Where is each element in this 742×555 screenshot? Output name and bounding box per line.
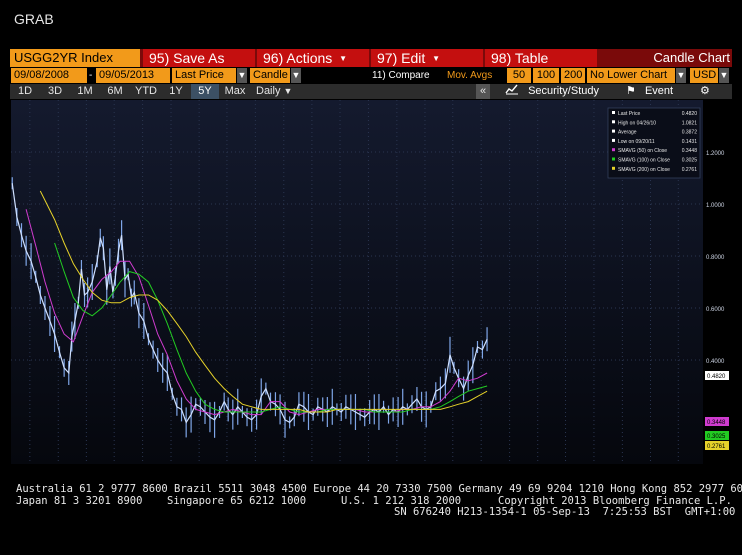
lower-chart-dropdown-icon[interactable]: ▼ (676, 68, 686, 83)
price-badge-label: 0.3025 (707, 434, 726, 440)
legend-swatch (612, 166, 615, 170)
actions-caret-icon: ▼ (339, 54, 348, 64)
footer-singapore: Singapore 65 6212 1000 (167, 495, 307, 507)
edit-button[interactable]: 97) Edit ▼ (371, 49, 483, 67)
legend-value: 0.3448 (682, 148, 698, 154)
legend-swatch (612, 120, 615, 124)
save-as-label: Save As (173, 50, 225, 66)
price-field-select[interactable]: Last Price (172, 68, 236, 83)
legend-swatch (612, 129, 615, 133)
start-date-field[interactable]: 09/08/2008 (11, 68, 87, 83)
y-tick-label: 0.4000 (706, 359, 725, 365)
actions-button[interactable]: 96) Actions ▼ (257, 49, 369, 67)
y-tick-label: 1.0000 (706, 203, 725, 209)
period-max[interactable]: Max (221, 84, 249, 99)
price-field-dropdown-icon[interactable]: ▼ (237, 68, 247, 83)
period-1d[interactable]: 1D (11, 84, 39, 99)
currency-select[interactable]: USD (690, 68, 718, 83)
lower-chart-select[interactable]: No Lower Chart (587, 68, 675, 83)
mov-avg-200-field[interactable]: 200 (561, 68, 585, 83)
compare-button[interactable]: 11) Compare (372, 68, 430, 83)
y-tick-label: 0.6000 (706, 307, 725, 313)
legend-value: 1.0821 (682, 120, 698, 126)
legend-label: SMAVG (200) on Close (618, 167, 670, 173)
legend-swatch (612, 148, 615, 152)
legend-label: High on 04/26/10 (618, 120, 656, 126)
price-chart[interactable]: 1.20001.00000.80000.60000.4000JunSepDecM… (11, 100, 731, 464)
security-study-label: Security/Study (528, 85, 599, 97)
frequency-dropdown-icon: ▼ (283, 86, 293, 96)
table-button[interactable]: 98) Table (485, 49, 597, 67)
footer-japan: Japan 81 3 3201 8900 (16, 495, 143, 507)
end-date-field[interactable]: 09/05/2013 (96, 68, 170, 83)
legend-value: 0.3025 (682, 158, 698, 164)
save-as-button[interactable]: 95) Save As (143, 49, 255, 67)
y-tick-label: 1.2000 (706, 151, 725, 157)
legend-label: SMAVG (50) on Close (618, 148, 667, 154)
style-select[interactable]: Candle (250, 68, 290, 83)
price-badge-label: 0.3448 (707, 420, 726, 426)
legend-label: Last Price (618, 111, 640, 117)
mov-avg-100-field[interactable]: 100 (533, 68, 559, 83)
event-button[interactable]: ⚑ Event (626, 84, 673, 99)
edit-number: 97) (377, 50, 398, 66)
frequency-label: Daily (256, 85, 281, 97)
legend-value: 0.4820 (682, 111, 698, 117)
collapse-icon[interactable]: « (476, 84, 490, 99)
edit-label: Edit (401, 50, 426, 66)
event-label: Event (644, 85, 674, 97)
footer-copyright: Copyright 2013 Bloomberg Finance L.P. (498, 495, 732, 507)
legend-value: 0.3872 (682, 130, 698, 136)
period-6m[interactable]: 6M (101, 84, 129, 99)
frequency-select[interactable]: Daily ▼ (252, 84, 306, 99)
chart-type-title: Candle Chart (653, 50, 730, 65)
flag-icon: ⚑ (626, 85, 636, 97)
currency-dropdown-icon[interactable]: ▼ (719, 68, 729, 83)
edit-caret-icon: ▼ (432, 54, 441, 64)
legend-swatch (612, 138, 615, 142)
date-separator: - (89, 70, 93, 81)
security-study-button[interactable]: Security/Study (505, 84, 599, 99)
actions-label: Actions (286, 50, 333, 66)
line-chart-icon (505, 84, 518, 95)
save-as-number: 95) (149, 50, 170, 66)
legend-swatch (612, 157, 615, 161)
window-titlebar: GRAB (0, 0, 742, 48)
legend-value: 0.1431 (682, 139, 698, 145)
actions-number: 96) (263, 50, 284, 66)
price-badge-label: 0.2761 (707, 444, 726, 450)
mov-avgs-label: Mov. Avgs (447, 70, 493, 81)
window-title: GRAB (14, 11, 54, 27)
footer-session: SN 676240 H213-1354-1 05-Sep-13 7:25:53 … (394, 506, 736, 518)
style-dropdown-icon[interactable]: ▼ (291, 68, 301, 83)
legend-value: 0.2761 (682, 167, 698, 173)
period-3d[interactable]: 3D (41, 84, 69, 99)
period-1m[interactable]: 1M (71, 84, 99, 99)
table-label: Table (514, 50, 549, 66)
gear-icon[interactable]: ⚙ (700, 84, 710, 99)
legend-swatch (612, 111, 615, 114)
period-1y[interactable]: 1Y (163, 84, 189, 99)
legend-label: SMAVG (100) on Close (618, 158, 670, 164)
price-badge-label: 0.4820 (707, 374, 726, 380)
footer-us: U.S. 1 212 318 2000 (341, 495, 462, 507)
mov-avg-50-field[interactable]: 50 (507, 68, 531, 83)
legend-label: Average (618, 130, 637, 136)
table-number: 98) (491, 50, 512, 66)
footer: Australia 61 2 9777 8600 Brazil 5511 304… (16, 484, 742, 554)
ticker-field[interactable]: USGG2YR Index (10, 49, 140, 67)
period-ytd[interactable]: YTD (131, 84, 161, 99)
y-tick-label: 0.8000 (706, 255, 725, 261)
footer-line-1: Australia 61 2 9777 8600 Brazil 5511 304… (16, 483, 742, 495)
period-5y[interactable]: 5Y (191, 84, 219, 99)
legend-label: Low on 09/20/11 (618, 139, 655, 145)
